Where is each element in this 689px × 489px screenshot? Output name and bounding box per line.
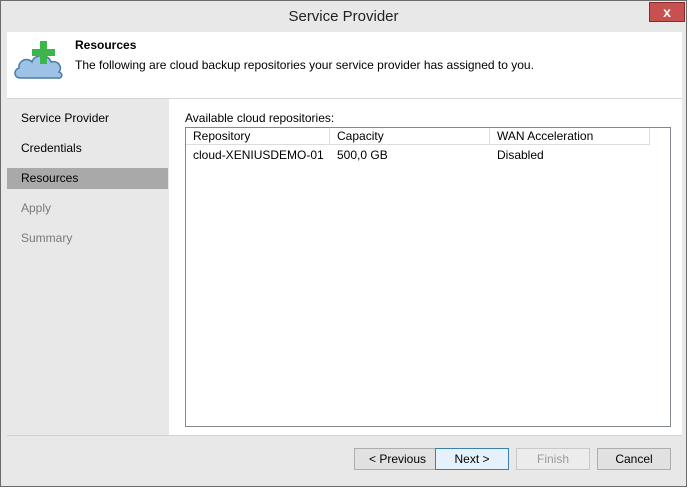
title-bar[interactable]: Service Provider x [1, 1, 686, 32]
repositories-list[interactable]: Repository Capacity WAN Acceleration clo… [185, 127, 671, 427]
cell-wan-acceleration: Disabled [497, 148, 544, 162]
close-icon: x [663, 4, 671, 20]
column-capacity[interactable]: Capacity [330, 128, 490, 145]
close-button[interactable]: x [649, 2, 685, 22]
repositories-label: Available cloud repositories: [185, 111, 335, 125]
wizard-steps: Service Provider Credentials Resources A… [7, 99, 168, 435]
header-description: The following are cloud backup repositor… [75, 58, 534, 72]
cancel-button[interactable]: Cancel [597, 448, 671, 470]
finish-button: Finish [516, 448, 590, 470]
wizard-window: Service Provider x Resources The followi… [0, 0, 687, 487]
step-summary: Summary [21, 231, 73, 245]
next-button[interactable]: Next > [435, 448, 509, 470]
step-apply: Apply [21, 201, 52, 215]
column-repository[interactable]: Repository [186, 128, 330, 145]
step-credentials[interactable]: Credentials [7, 138, 168, 159]
previous-button[interactable]: < Previous [354, 448, 441, 470]
cell-capacity: 500,0 GB [337, 148, 388, 162]
wizard-content: Available cloud repositories: Repository… [169, 99, 682, 435]
wizard-header: Resources The following are cloud backup… [7, 32, 682, 99]
cell-repository: cloud-XENIUSDEMO-01 [193, 148, 324, 162]
window-title: Service Provider [288, 8, 399, 25]
column-wan-acceleration[interactable]: WAN Acceleration [490, 128, 650, 145]
cloud-add-icon [12, 38, 68, 82]
step-service-provider[interactable]: Service Provider [7, 108, 168, 129]
header-title: Resources [75, 38, 137, 52]
list-header: Repository Capacity WAN Acceleration [186, 128, 670, 145]
step-resources[interactable]: Resources [7, 168, 168, 189]
wizard-footer: < Previous Next > Finish Cancel [7, 435, 682, 483]
